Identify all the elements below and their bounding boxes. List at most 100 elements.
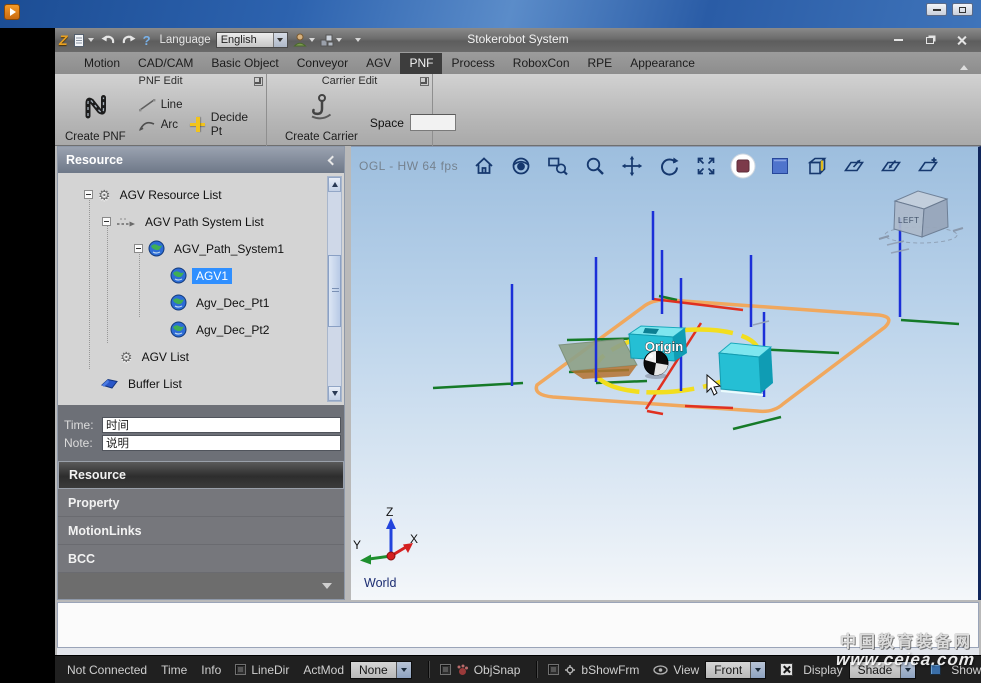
collapse-panel-icon[interactable] [328,155,338,165]
tab-process[interactable]: Process [442,53,503,74]
globe-icon [170,267,187,284]
solid-view-button[interactable] [767,153,793,179]
expander-minus-icon[interactable] [84,190,93,199]
viewport-3d[interactable]: OGL - HW 64 fps [351,146,981,600]
globe-icon [170,294,187,311]
arc-button[interactable]: Arc [138,118,183,132]
shade-mode-button[interactable] [730,153,756,179]
tab-basic-object[interactable]: Basic Object [202,53,287,74]
tab-conveyor[interactable]: Conveyor [288,53,357,74]
scroll-up-button[interactable] [328,177,341,192]
desktop-background [0,0,981,28]
bshowfrm-checkbox[interactable] [548,664,559,675]
section-resource[interactable]: Resource [58,461,344,489]
tab-roboxcon[interactable]: RoboxCon [504,53,579,74]
tab-agv[interactable]: AGV [357,53,400,74]
shade-mode-icon [730,153,756,179]
origin-marker[interactable] [644,351,668,379]
tree-item-agv-dec-pt1[interactable]: Agv_Dec_Pt1 [58,289,344,316]
decide-pt-button[interactable]: Decide Pt [190,110,260,138]
space-input[interactable] [410,114,456,131]
origin-label: Origin [645,339,683,354]
view-select[interactable]: Front [705,661,766,679]
time-input[interactable] [102,417,341,433]
line-button[interactable]: Line [138,98,183,112]
scroll-down-button[interactable] [328,386,341,401]
fit-view-button[interactable] [693,153,719,179]
ribbon-tab-bar: Motion CAD/CAM Basic Object Conveyor AGV… [55,52,981,74]
zoom-window-button[interactable] [545,153,571,179]
section-motionlinks[interactable]: MotionLinks [58,517,344,545]
tree-item-agv-path-system-list[interactable]: AGV Path System List [58,208,344,235]
linedir-checkbox[interactable] [235,664,246,675]
section-bcc[interactable]: BCC [58,545,344,573]
app-close-button[interactable] [953,33,971,47]
tab-cadcam[interactable]: CAD/CAM [129,53,202,74]
dropdown-arrow-icon[interactable] [750,662,765,678]
orbit-view-button[interactable] [508,153,534,179]
ribbon-collapse-chevron[interactable] [957,63,971,70]
path-system-icon [116,216,136,228]
status-time-label[interactable]: Time [161,663,187,677]
viewport-3d-scene[interactable]: Origin LEFT [351,185,978,601]
section-overflow-button[interactable] [58,573,344,599]
objsnap-label[interactable]: ObjSnap [474,663,521,677]
expander-minus-icon[interactable] [102,217,111,226]
outer-minimize-button[interactable] [926,3,947,16]
workplane-add-icon [916,154,940,178]
expand-arrows-icon [694,154,718,178]
panel-title: Resource [66,153,123,167]
actmod-select[interactable]: None [350,661,412,679]
selected-tree-item[interactable]: AGV1 [192,268,232,284]
tree-item-agv-resource-list[interactable]: ⚙ AGV Resource List [58,181,344,208]
view-cube[interactable]: LEFT [879,191,963,243]
create-carrier-button[interactable]: Create Carrier [281,92,362,144]
workplane-1-button[interactable] [841,153,867,179]
agv2-object[interactable] [719,343,773,395]
viewcube-toggle-button[interactable] [804,153,830,179]
scrollbar-thumb[interactable] [328,255,341,327]
time-label: Time: [64,418,102,432]
tree-item-agv-path-system1[interactable]: AGV_Path_System1 [58,235,344,262]
home-view-button[interactable] [471,153,497,179]
app-restore-button[interactable] [921,33,939,47]
minimize-icon [894,39,903,41]
dialog-launcher-icon[interactable] [420,77,429,86]
resource-panel-header: Resource [58,147,344,173]
expander-minus-icon[interactable] [134,244,143,253]
tree-item-agv-list[interactable]: ⚙ AGV List [58,343,344,370]
tab-pnf[interactable]: PNF [400,53,442,74]
tree-item-agv1[interactable]: AGV1 [58,262,344,289]
tree-item-buffer-list[interactable]: Buffer List [58,370,344,397]
outer-maximize-button[interactable] [952,3,973,16]
linedir-label[interactable]: LineDir [251,663,289,677]
section-property[interactable]: Property [58,489,344,517]
pan-button[interactable] [619,153,645,179]
media-player-icon[interactable] [4,4,20,20]
tab-rpe[interactable]: RPE [579,53,622,74]
tab-motion[interactable]: Motion [75,53,129,74]
app-minimize-button[interactable] [889,33,907,47]
workplane-2-button[interactable] [878,153,904,179]
scene-container[interactable]: Origin LEFT [351,185,978,601]
line-icon [138,98,157,112]
solid-square-icon [768,154,792,178]
tree-item-agv-dec-pt2[interactable]: Agv_Dec_Pt2 [58,316,344,343]
restore-icon [926,37,934,44]
triangle-up-icon [332,182,338,187]
objsnap-checkbox[interactable] [440,664,451,675]
zoom-button[interactable] [582,153,608,179]
create-pnf-button[interactable]: Create PNF [61,92,130,144]
tree-scrollbar[interactable] [327,176,342,402]
axis-z-label: Z [386,505,393,519]
tab-appearance[interactable]: Appearance [621,53,704,74]
workplane-3-button[interactable] [915,153,941,179]
note-input[interactable] [102,435,341,451]
bshowfrm-label[interactable]: bShowFrm [581,663,639,677]
dialog-launcher-icon[interactable] [254,77,263,86]
resource-tree: ⚙ AGV Resource List AGV Path System List… [58,173,344,405]
tree-connector [89,191,90,369]
status-info-label[interactable]: Info [201,663,221,677]
rotate-view-button[interactable] [656,153,682,179]
dropdown-arrow-icon[interactable] [396,662,411,678]
